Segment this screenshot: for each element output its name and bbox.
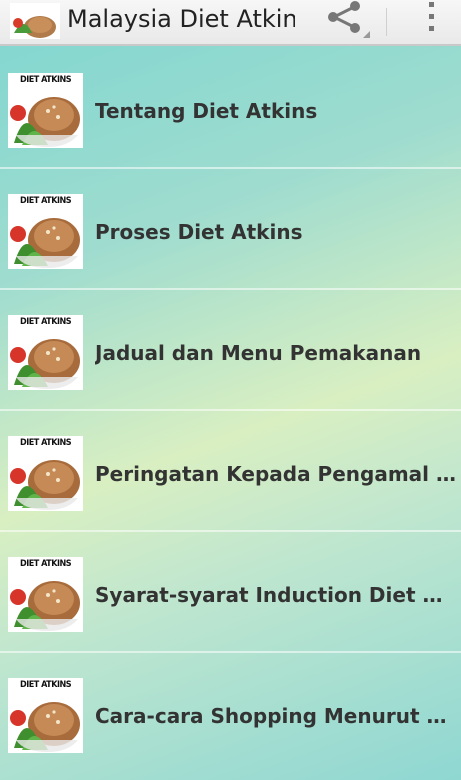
diet-atkins-thumbnail: DIET ATKINS <box>8 315 83 390</box>
list-item-label: Peringatan Kepada Pengamal Diet Atkins <box>95 462 457 486</box>
list-item-label: Cara-cara Shopping Menurut Diet Atkins <box>95 704 457 728</box>
share-icon <box>328 1 360 33</box>
list-item-label: Jadual dan Menu Pemakanan <box>95 341 422 365</box>
actionbar-divider <box>386 8 387 36</box>
diet-atkins-thumbnail: DIET ATKINS <box>8 73 83 148</box>
app-title: Malaysia Diet Atkins <box>67 5 295 33</box>
share-button[interactable] <box>318 0 374 44</box>
list-item[interactable]: DIET ATKINS Jadual dan Menu Pemakanan <box>0 290 461 411</box>
list-item[interactable]: DIET ATKINS Proses Diet Atkins <box>0 169 461 290</box>
diet-atkins-thumbnail: DIET ATKINS <box>8 436 83 511</box>
list-item[interactable]: DIET ATKINS Tentang Diet Atkins <box>0 48 461 169</box>
action-bar: Malaysia Diet Atkins <box>0 0 461 46</box>
list-item[interactable]: DIET ATKINS Syarat-syarat Induction Diet… <box>0 532 461 653</box>
food-icon <box>10 3 60 39</box>
thumbnail-caption: DIET ATKINS <box>20 680 72 690</box>
list-item[interactable]: DIET ATKINS Cara-cara Shopping Menurut D… <box>0 653 461 774</box>
diet-atkins-thumbnail: DIET ATKINS <box>8 678 83 753</box>
app-icon[interactable] <box>10 3 60 39</box>
list-item[interactable]: DIET ATKINS Peringatan Kepada Pengamal D… <box>0 411 461 532</box>
thumbnail-caption: DIET ATKINS <box>20 559 72 569</box>
diet-atkins-thumbnail: DIET ATKINS <box>8 194 83 269</box>
thumbnail-caption: DIET ATKINS <box>20 317 72 327</box>
list-item-label: Syarat-syarat Induction Diet Atkins <box>95 583 457 607</box>
menu-list: DIET ATKINS Tentang Diet Atkins DIET ATK… <box>0 48 461 774</box>
list-item-label: Tentang Diet Atkins <box>95 99 318 123</box>
thumbnail-caption: DIET ATKINS <box>20 75 72 85</box>
overflow-menu-button[interactable] <box>412 0 452 44</box>
list-item-label: Proses Diet Atkins <box>95 220 303 244</box>
thumbnail-caption: DIET ATKINS <box>20 196 72 206</box>
diet-atkins-thumbnail: DIET ATKINS <box>8 557 83 632</box>
thumbnail-caption: DIET ATKINS <box>20 438 72 448</box>
